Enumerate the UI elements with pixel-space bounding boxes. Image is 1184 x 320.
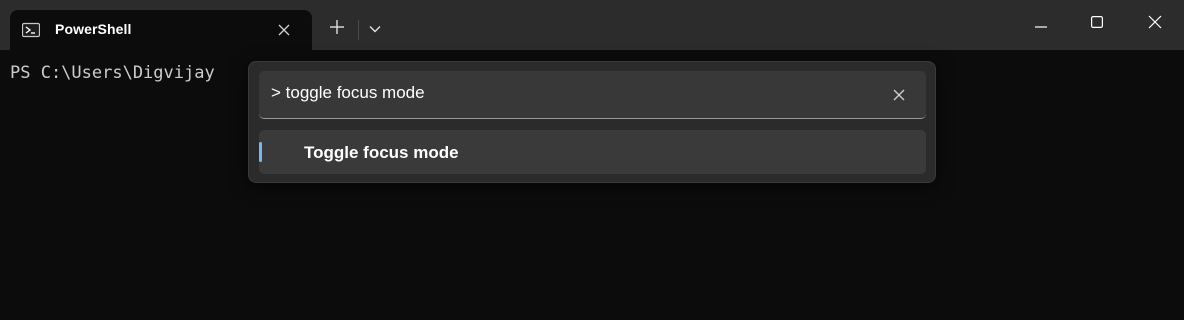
new-tab-dropdown-button[interactable] bbox=[362, 14, 388, 44]
maximize-button[interactable] bbox=[1068, 0, 1126, 48]
command-result-item[interactable]: Toggle focus mode bbox=[259, 130, 926, 174]
command-palette: > toggle focus mode Toggle focus mode bbox=[248, 61, 936, 183]
chevron-down-icon bbox=[369, 20, 381, 38]
title-bar: PowerShell bbox=[0, 0, 1184, 50]
clear-search-icon[interactable] bbox=[887, 83, 911, 107]
terminal-window: PowerShell PS C:\Users\Digvijay > toggle… bbox=[0, 0, 1184, 320]
tab-powershell[interactable]: PowerShell bbox=[10, 10, 312, 50]
minimize-icon bbox=[1035, 15, 1047, 33]
powershell-icon bbox=[21, 21, 41, 39]
close-icon bbox=[1148, 15, 1162, 34]
maximize-icon bbox=[1091, 15, 1104, 33]
command-palette-search-input[interactable]: > toggle focus mode bbox=[259, 71, 926, 119]
shell-prompt: PS C:\Users\Digvijay bbox=[10, 63, 215, 83]
tab-title: PowerShell bbox=[55, 21, 132, 37]
tab-close-icon[interactable] bbox=[272, 18, 296, 42]
search-input-value: > toggle focus mode bbox=[271, 83, 425, 102]
plus-icon bbox=[330, 19, 344, 39]
new-tab-button[interactable] bbox=[322, 14, 352, 44]
tab-separator bbox=[358, 20, 359, 40]
command-result-label: Toggle focus mode bbox=[304, 143, 459, 162]
minimize-button[interactable] bbox=[1012, 0, 1070, 48]
close-window-button[interactable] bbox=[1126, 0, 1184, 48]
selection-indicator bbox=[259, 142, 262, 162]
